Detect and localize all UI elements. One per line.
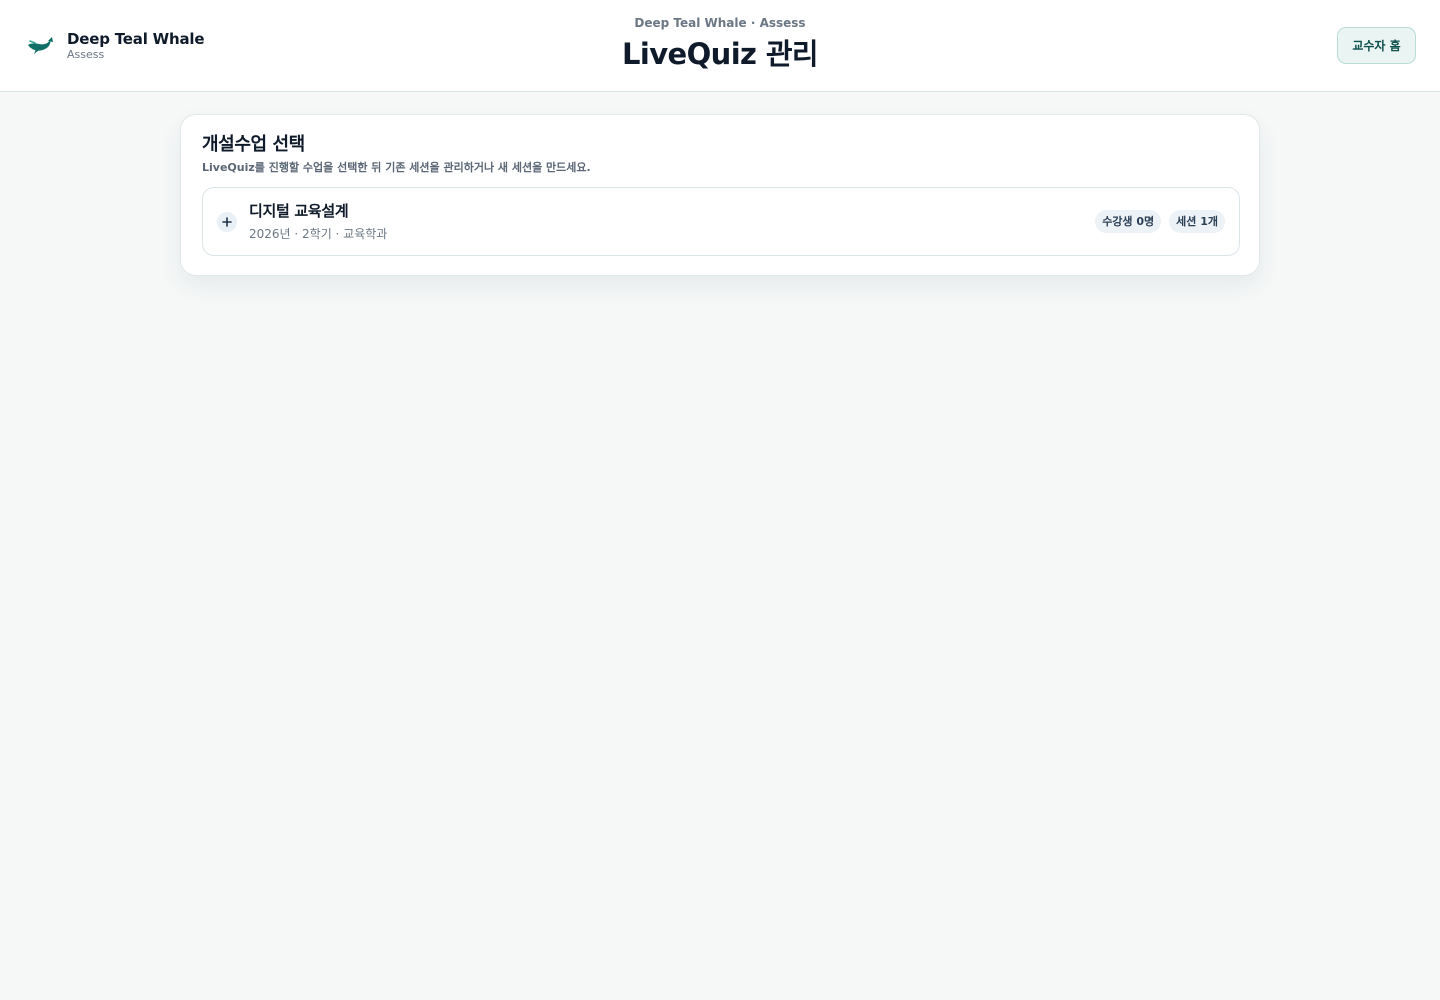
students-count-badge: 수강생 0명 [1095,210,1162,233]
header-title-block: Deep Teal Whale · Assess LiveQuiz 관리 [0,14,1440,73]
course-badges: 수강생 0명 세션 1개 [1087,210,1225,233]
course-selection-card: 개설수업 선택 LiveQuiz를 진행할 수업을 선택한 뒤 기존 세션을 관… [180,114,1260,276]
course-name: 디지털 교육설계 [249,202,349,220]
course-item[interactable]: 디지털 교육설계 2026년 · 2학기 · 교육학과 수강생 0명 세션 1개 [202,187,1240,256]
page-title: LiveQuiz 관리 [622,37,819,71]
instructor-home-button[interactable]: 교수자 홈 [1337,27,1416,64]
sessions-count-badge: 세션 1개 [1169,210,1225,233]
top-header: Deep Teal Whale Assess Deep Teal Whale ·… [0,0,1440,92]
section-title: 개설수업 선택 [202,134,305,155]
page-eyebrow: Deep Teal Whale · Assess [634,16,806,30]
plus-icon[interactable] [217,212,237,232]
course-meta: 2026년 · 2학기 · 교육학과 [249,227,388,241]
section-description: LiveQuiz를 진행할 수업을 선택한 뒤 기존 세션을 관리하거나 새 세… [202,161,591,174]
